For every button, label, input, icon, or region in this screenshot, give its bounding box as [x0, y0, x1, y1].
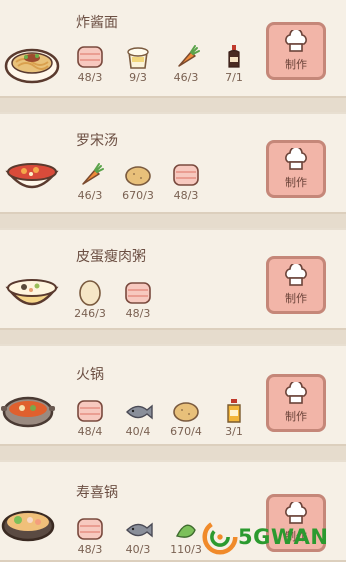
recipe-name: 皮蛋瘦肉粥 [76, 249, 146, 265]
recipe-name: 寿喜锅 [76, 485, 118, 501]
ingredient-quantity: 40/3 [125, 543, 151, 556]
ingredient-item: 7/1 [210, 44, 258, 84]
ingredient-item: 3/1 [210, 398, 258, 438]
ingredient-item: 670/4 [162, 398, 210, 438]
ingredient-item: 48/4 [66, 398, 114, 438]
ingredient-item: 246/3 [66, 280, 114, 320]
make-button-label: 制作 [285, 176, 307, 189]
recipe-card: 炸酱面 48/3 9/3 46/3 7/1 制作 [0, 0, 346, 98]
ingredient-item: 40/3 [114, 516, 162, 556]
chef-hat-icon [285, 382, 307, 404]
ingredient-quantity: 40/4 [125, 425, 151, 438]
congee-bowl-icon [5, 279, 59, 306]
pork-meat-icon [77, 518, 103, 540]
watermark: 5GWAN [202, 512, 346, 562]
soy-sauce-icon [228, 45, 240, 68]
chef-hat-icon [285, 264, 307, 286]
ingredient-quantity: 48/3 [173, 189, 199, 202]
ingredient-item: 48/3 [66, 44, 114, 84]
make-button[interactable]: 制作 [266, 140, 326, 198]
make-button[interactable]: 制作 [266, 374, 326, 432]
make-button-label: 制作 [285, 292, 307, 305]
recipe-card: 皮蛋瘦肉粥 246/3 48/3 制作 [0, 228, 346, 330]
ingredient-quantity: 670/4 [170, 425, 202, 438]
ingredient-quantity: 246/3 [74, 307, 106, 320]
watermark-text: 5GWAN [238, 525, 329, 549]
chef-hat-icon [285, 30, 307, 52]
ingredient-quantity: 9/3 [129, 71, 147, 84]
ingredient-quantity: 7/1 [225, 71, 243, 84]
ingredient-quantity: 48/3 [77, 543, 103, 556]
make-button-label: 制作 [285, 410, 307, 423]
ingredient-quantity: 48/3 [125, 307, 151, 320]
ingredient-item: 40/4 [114, 398, 162, 438]
recipe-card: 火锅 48/4 40/4 670/4 3/1 制作 [0, 344, 346, 446]
make-button[interactable]: 制作 [266, 22, 326, 80]
cooking-oil-icon [227, 399, 241, 423]
recipe-card: 罗宋汤 46/3 670/3 48/3 制作 [0, 112, 346, 214]
noodles-bowl-icon [4, 48, 60, 84]
ingredient-quantity: 48/3 [77, 71, 103, 84]
ingredient-item: 46/3 [162, 44, 210, 84]
carrot-icon [82, 163, 104, 185]
ingredient-quantity: 48/4 [77, 425, 103, 438]
fish-icon [126, 404, 153, 420]
recipe-name: 罗宋汤 [76, 133, 118, 149]
egg-icon [79, 280, 101, 306]
ingredient-item: 48/3 [66, 516, 114, 556]
ingredient-item: 9/3 [114, 44, 162, 84]
ingredient-quantity: 110/3 [170, 543, 202, 556]
ingredient-quantity: 3/1 [225, 425, 243, 438]
recipe-name: 火锅 [76, 367, 104, 383]
pork-meat-icon [125, 282, 151, 304]
watermark-logo-icon [202, 519, 238, 555]
pork-meat-icon [173, 164, 199, 186]
ingredient-item: 48/3 [114, 280, 162, 320]
ingredient-item: 48/3 [162, 162, 210, 202]
ingredient-item: 670/3 [114, 162, 162, 202]
pork-meat-icon [77, 46, 103, 68]
chef-hat-icon [285, 148, 307, 170]
hotpot-icon [1, 396, 55, 428]
ingredient-quantity: 46/3 [77, 189, 103, 202]
fish-icon [126, 522, 153, 538]
ingredient-item: 46/3 [66, 162, 114, 202]
ingredient-quantity: 670/3 [122, 189, 154, 202]
carrot-icon [178, 45, 200, 67]
ingredient-quantity: 46/3 [173, 71, 199, 84]
potato-icon [173, 402, 199, 422]
make-button-label: 制作 [285, 58, 307, 71]
potato-icon [125, 166, 151, 186]
pork-meat-icon [77, 400, 103, 422]
vegetable-icon [175, 524, 196, 538]
sukiyaki-pot-icon [1, 510, 55, 542]
recipe-name: 炸酱面 [76, 15, 118, 31]
borscht-soup-icon [5, 163, 59, 189]
flour-icon [127, 47, 149, 69]
make-button[interactable]: 制作 [266, 256, 326, 314]
